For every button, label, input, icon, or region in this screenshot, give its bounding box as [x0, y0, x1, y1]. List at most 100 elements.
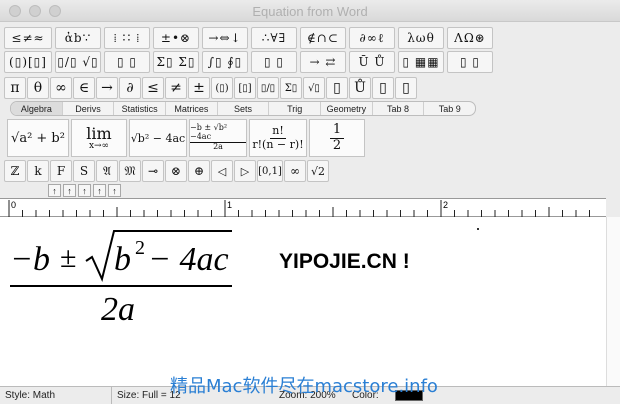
tab-derivs[interactable]: Derivs: [63, 102, 115, 115]
fences-palette[interactable]: (▯)[▯]: [4, 51, 52, 73]
right-arrow-button[interactable]: →: [96, 77, 118, 99]
ruler-label-0: 0: [11, 200, 16, 210]
template-quadratic[interactable]: −b ± √b² −4ac 2a: [189, 119, 247, 157]
labeled-arrows-palette[interactable]: → ⇄: [300, 51, 346, 73]
denominator: 2a: [101, 291, 135, 328]
summation-button[interactable]: Σ▯: [280, 77, 302, 99]
radical-button[interactable]: √▯: [303, 77, 325, 99]
pi-button[interactable]: π: [4, 77, 26, 99]
template-one-half[interactable]: 1 2: [309, 119, 365, 157]
template-quadratic-top: −b ± √b² −4ac: [190, 123, 246, 143]
template-limit-top: lim: [86, 123, 112, 143]
subscript-button[interactable]: ▯: [372, 77, 394, 99]
template-limit[interactable]: lim x→∞: [71, 119, 127, 157]
radicand-rest: − 4ac: [148, 241, 229, 278]
plus-minus-button[interactable]: ±: [188, 77, 210, 99]
multimap-button[interactable]: ⊸: [142, 160, 164, 182]
template-one-half-bottom: 2: [332, 137, 342, 153]
vertical-scrollbar[interactable]: [606, 217, 620, 386]
decimal-tab-stop-icon[interactable]: ↑: [108, 184, 121, 197]
template-quadratic-bottom: 2a: [213, 141, 223, 151]
k-button[interactable]: k: [27, 160, 49, 182]
element-of-button[interactable]: ∈: [73, 77, 95, 99]
template-one-half-top: 1: [329, 122, 345, 139]
brackets-button[interactable]: [▯]: [234, 77, 256, 99]
boxes-palette[interactable]: ▯ ▯: [447, 51, 493, 73]
spaces-palette[interactable]: ἀb∵: [55, 27, 101, 49]
radicand-exponent: 2: [135, 237, 145, 259]
box-button[interactable]: ▯: [326, 77, 348, 99]
ring-accent-button[interactable]: Ů: [349, 77, 371, 99]
status-divider: [111, 387, 112, 404]
operators-palette[interactable]: ±•⊗: [153, 27, 199, 49]
tab-trig[interactable]: Trig: [269, 102, 322, 115]
embellishments-palette[interactable]: ⁞ ∷ ⁞: [104, 27, 150, 49]
summations-palette[interactable]: Σ▯ Σ▯: [153, 51, 199, 73]
infinity-small-button[interactable]: ∞: [284, 160, 306, 182]
tab-matrices[interactable]: Matrices: [166, 102, 218, 115]
less-equal-button[interactable]: ≤: [142, 77, 164, 99]
oplus-button[interactable]: ⊕: [188, 160, 210, 182]
matrices-palette[interactable]: ▯ ▦▦: [398, 51, 444, 73]
template-tab-bar: Algebra Derivs Statistics Matrices Sets …: [10, 101, 476, 116]
plus-minus-sign: ±: [60, 241, 77, 274]
greek-lower-palette[interactable]: λωθ: [398, 27, 444, 49]
ruler-ticks: 0 1 2: [8, 200, 590, 217]
symbol-palette-row: ≤≠≈ ἀb∵ ⁞ ∷ ⁞ ±•⊗ →⇔↓ ∴∀∃ ∉∩⊂ ∂∞ℓ λωθ ΛΩ…: [4, 27, 493, 49]
fraktur-a-button[interactable]: 𝔄: [96, 160, 118, 182]
theta-button[interactable]: θ: [27, 77, 49, 99]
scripts-palette[interactable]: ▯ ▯: [104, 51, 150, 73]
fraction-button[interactable]: ▯/▯: [257, 77, 279, 99]
center-tab-stop-icon[interactable]: ↑: [63, 184, 76, 197]
right-triangle-button[interactable]: ▷: [234, 160, 256, 182]
tab-geometry[interactable]: Geometry: [321, 102, 373, 115]
tab-stop-toolbar: ↑ ↑ ↑ ↑ ↑: [0, 184, 620, 198]
integrals-palette[interactable]: ∫▯ ∮▯: [202, 51, 248, 73]
fractions-radicals-palette[interactable]: ▯/▯ √▯: [55, 51, 101, 73]
underbars-palette[interactable]: ▯ ▯: [251, 51, 297, 73]
relations-palette[interactable]: ≤≠≈: [4, 27, 52, 49]
tab-sets[interactable]: Sets: [218, 102, 270, 115]
relation-tab-stop-icon[interactable]: ↑: [93, 184, 106, 197]
sqrt-two-button[interactable]: √2: [307, 160, 329, 182]
fraktur-m-button[interactable]: 𝔐: [119, 160, 141, 182]
greek-upper-palette[interactable]: ΛΩ⊛: [447, 27, 493, 49]
template-binomial[interactable]: n! r!(n − r)!: [249, 119, 307, 157]
template-palette-row: (▯)[▯] ▯/▯ √▯ ▯ ▯ Σ▯ Σ▯ ∫▯ ∮▯ ▯ ▯ → ⇄ Ū …: [4, 51, 493, 73]
interval-button[interactable]: [0,1]: [257, 160, 283, 182]
template-limit-bottom: x→∞: [88, 140, 110, 151]
equation-editor-canvas[interactable]: −b ± b 2 − 4ac 2a YIPOJIE.CN !: [0, 217, 606, 386]
left-tab-stop-icon[interactable]: ↑: [48, 184, 61, 197]
small-template-row: ℤ k F S 𝔄 𝔐 ⊸ ⊗ ⊕ ◁ ▷ [0,1] ∞ √2: [4, 160, 329, 182]
partial-button[interactable]: ∂: [119, 77, 141, 99]
otimes-button[interactable]: ⊗: [165, 160, 187, 182]
template-hypotenuse[interactable]: √a² + b²: [7, 119, 69, 157]
ruler[interactable]: 0 1 2: [0, 198, 606, 217]
parentheses-button[interactable]: (▯): [211, 77, 233, 99]
status-style[interactable]: Style: Math: [5, 390, 55, 401]
ruler-label-2: 2: [443, 200, 448, 210]
integers-button[interactable]: ℤ: [4, 160, 26, 182]
arrows-palette[interactable]: →⇔↓: [202, 27, 248, 49]
superscript-button[interactable]: ▯: [395, 77, 417, 99]
products-palette[interactable]: Ū Ů: [349, 51, 395, 73]
tab-algebra[interactable]: Algebra: [11, 102, 63, 115]
template-binomial-bottom: r!(n − r)!: [252, 137, 304, 151]
tab-8[interactable]: Tab 8: [373, 102, 425, 115]
tab-statistics[interactable]: Statistics: [114, 102, 167, 115]
misc-symbols-palette[interactable]: ∂∞ℓ: [349, 27, 395, 49]
not-equal-button[interactable]: ≠: [165, 77, 187, 99]
right-tab-stop-icon[interactable]: ↑: [78, 184, 91, 197]
fraction-bar: [10, 285, 232, 287]
site-watermark: 精品Mac软件尽在macstore.info: [170, 376, 438, 397]
window-title: Equation from Word: [252, 4, 368, 19]
script-s-button[interactable]: S: [73, 160, 95, 182]
template-discriminant[interactable]: √b² − 4ac: [129, 119, 187, 157]
left-triangle-button[interactable]: ◁: [211, 160, 233, 182]
script-f-button[interactable]: F: [50, 160, 72, 182]
tab-9[interactable]: Tab 9: [424, 102, 475, 115]
overlay-watermark-text: YIPOJIE.CN !: [279, 250, 410, 273]
infinity-button[interactable]: ∞: [50, 77, 72, 99]
set-theory-palette[interactable]: ∉∩⊂: [300, 27, 346, 49]
logic-palette[interactable]: ∴∀∃: [251, 27, 297, 49]
